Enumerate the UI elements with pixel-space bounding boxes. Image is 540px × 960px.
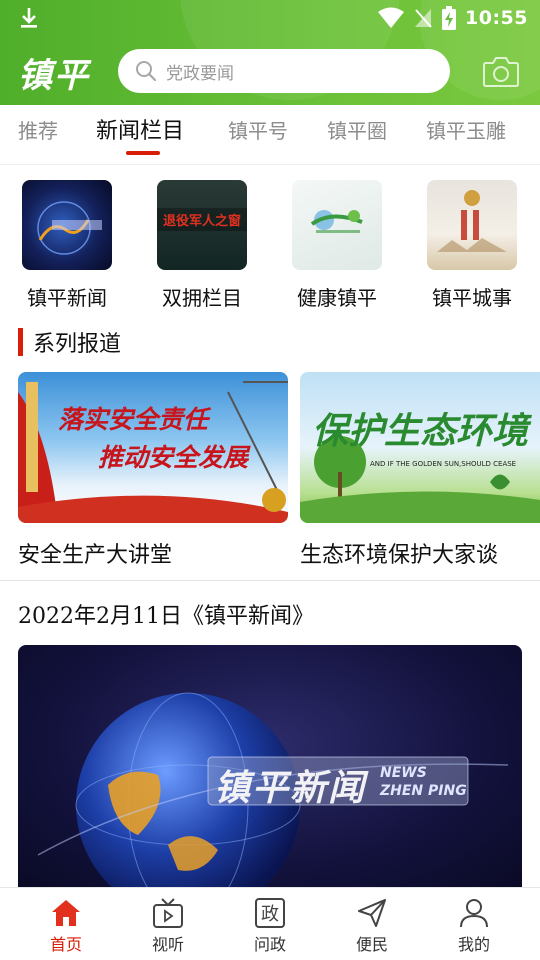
channel-thumbnail — [22, 180, 112, 270]
nav-mine[interactable]: 我的 — [434, 896, 514, 955]
tab-zhenping-hao[interactable]: 镇平号 — [228, 115, 288, 144]
section-divider — [0, 580, 540, 581]
health-graphic — [310, 210, 363, 233]
channel-city-affairs[interactable]: 镇平城事 — [417, 180, 527, 311]
video-en-line2: ZHEN PING — [380, 783, 467, 799]
channel-label: 镇平城事 — [432, 286, 512, 310]
no-signal-icon — [415, 9, 432, 28]
nav-convenience[interactable]: 便民 — [332, 896, 412, 955]
tv-icon — [153, 898, 183, 928]
politics-icon: 政 — [255, 898, 285, 928]
series-banner-line1: 落实安全责任 — [58, 405, 209, 434]
svg-text:政: 政 — [261, 904, 279, 925]
news-item-title[interactable]: 2022年2月11日《镇平新闻》 — [18, 598, 314, 630]
search-icon — [136, 61, 157, 82]
series-banner-title: 保护生态环境 — [312, 411, 529, 452]
globe-graphic — [37, 201, 102, 255]
status-time: 10:55 — [465, 7, 528, 29]
wifi-icon — [378, 7, 405, 28]
channel-label: 健康镇平 — [297, 286, 377, 310]
battery-icon — [442, 6, 457, 30]
video-title-text: 镇平新闻 — [214, 768, 367, 809]
series-label: 生态环境保护大家谈 — [300, 543, 499, 568]
channel-health[interactable]: 健康镇平 — [282, 180, 392, 311]
channel-thumbnail — [427, 180, 517, 270]
nav-label: 问政 — [253, 935, 286, 954]
app-logo: 镇平 — [18, 56, 90, 96]
channel-label: 双拥栏目 — [162, 286, 242, 310]
channel-thumbnail — [292, 180, 382, 270]
user-icon — [460, 899, 488, 928]
nav-label: 视听 — [151, 935, 184, 954]
active-tab-indicator — [126, 151, 160, 155]
channel-thumbnail: 退役军人之窗 — [157, 180, 247, 270]
nav-label: 首页 — [49, 935, 82, 954]
nav-politics[interactable]: 政 问政 — [230, 896, 310, 955]
section-title: 系列报道 — [33, 332, 122, 357]
series-banner: 落实安全责任 推动安全发展 — [18, 372, 288, 523]
channel-thumb-text: 退役军人之窗 — [157, 208, 247, 231]
search-placeholder: 党政要闻 — [166, 63, 234, 84]
channel-zhenping-news[interactable]: 镇平新闻 — [12, 180, 122, 311]
channel-shuangyong[interactable]: 退役军人之窗 双拥栏目 — [147, 180, 257, 311]
send-icon — [358, 899, 386, 927]
nav-home[interactable]: 首页 — [26, 896, 106, 955]
bottom-navigation: 首页 视听 政 问政 便民 我的 — [0, 887, 540, 960]
tab-zhenping-jade[interactable]: 镇平玉雕 — [426, 115, 506, 144]
series-banner-line2: 推动安全发展 — [98, 443, 249, 472]
video-en-line1: NEWS — [380, 765, 427, 781]
category-tabs: 推荐 新闻栏目 镇平号 镇平圈 镇平玉雕 — [0, 105, 540, 165]
tab-zhenping-circle[interactable]: 镇平圈 — [327, 115, 387, 144]
series-section-heading: 系列报道 — [18, 326, 121, 358]
channel-label: 镇平新闻 — [27, 286, 107, 310]
section-accent-bar — [18, 328, 23, 356]
city-graphic — [437, 190, 507, 252]
news-video-thumbnail[interactable]: 镇平新闻 NEWS ZHEN PING — [18, 645, 522, 888]
tab-news-columns[interactable]: 新闻栏目 — [96, 113, 184, 145]
nav-audio-video[interactable]: 视听 — [128, 896, 208, 955]
series-banner-sub: AND IF THE GOLDEN SUN,SHOULD CEASE — [370, 460, 517, 468]
search-input[interactable]: 党政要闻 — [118, 49, 450, 93]
series-card-safety[interactable]: 落实安全责任 推动安全发展 安全生产大讲堂 — [18, 372, 288, 569]
download-icon — [21, 8, 37, 28]
status-bar: 10:55 — [0, 0, 540, 36]
home-icon — [52, 900, 80, 926]
app-header: 10:55 镇平 党政要闻 — [0, 0, 540, 105]
nav-label: 我的 — [457, 935, 490, 954]
series-label: 安全生产大讲堂 — [18, 543, 173, 568]
nav-label: 便民 — [355, 935, 388, 954]
tab-recommend[interactable]: 推荐 — [18, 115, 58, 144]
series-banner: 保护生态环境 AND IF THE GOLDEN SUN,SHOULD CEAS… — [300, 372, 540, 523]
camera-icon[interactable] — [482, 54, 520, 88]
series-card-ecology[interactable]: 保护生态环境 AND IF THE GOLDEN SUN,SHOULD CEAS… — [300, 372, 540, 569]
